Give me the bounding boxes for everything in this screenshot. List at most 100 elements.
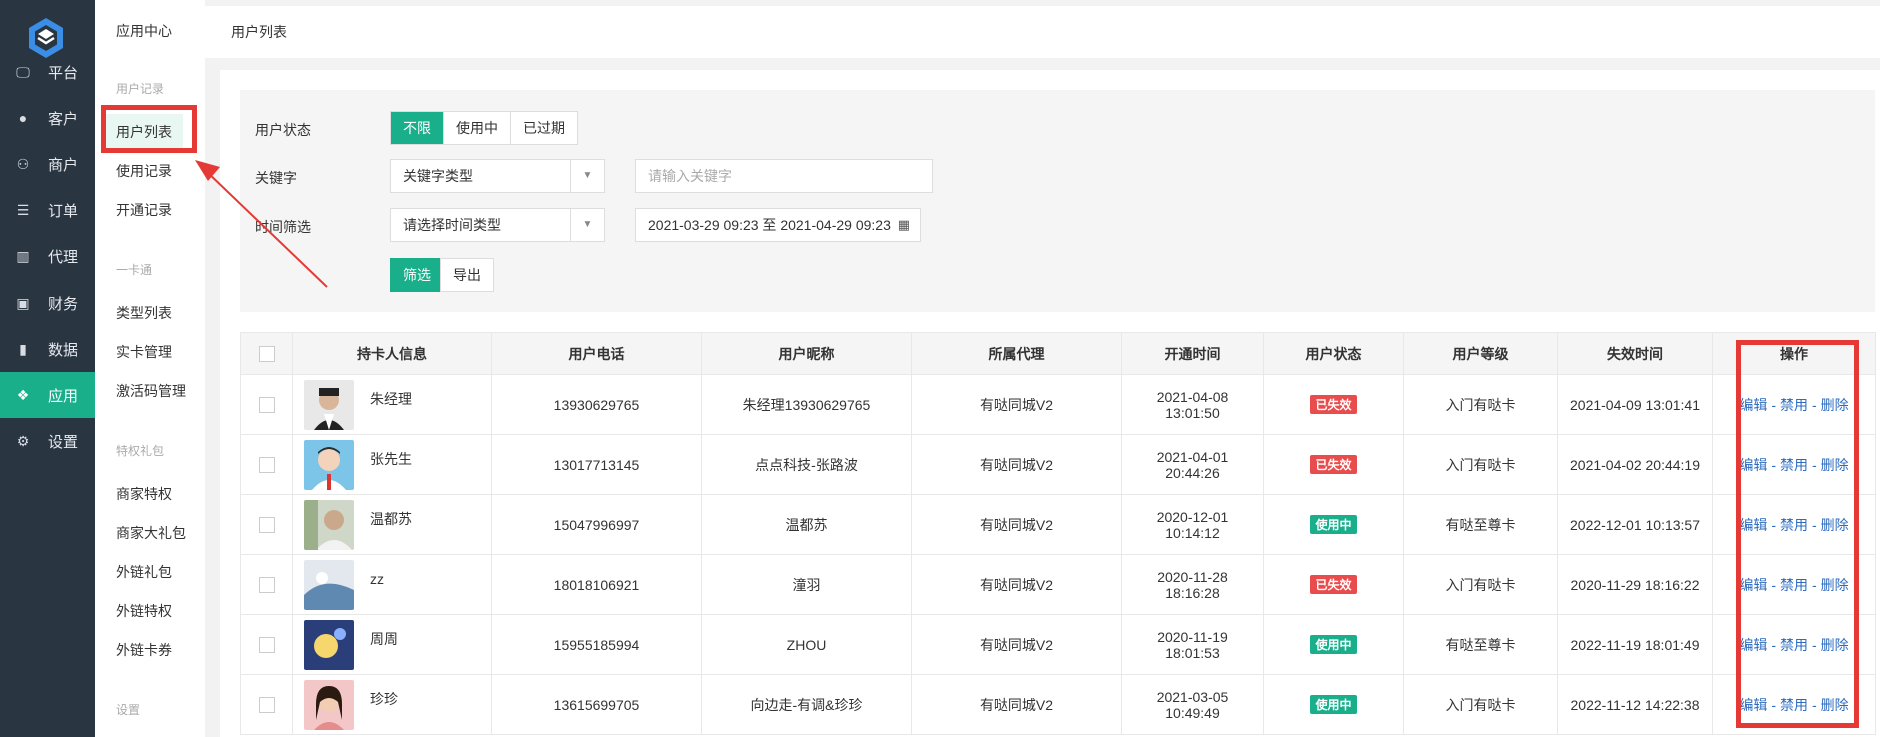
holder-info: 周周 xyxy=(293,619,491,670)
open-time-cell: 2021-04-01 20:44:26 xyxy=(1121,434,1264,495)
open-time: 10:14:12 xyxy=(1165,524,1220,541)
annotation-box-user-list xyxy=(101,105,197,153)
holder-cell: zz xyxy=(292,554,492,615)
subnav-item[interactable]: 外链礼包 xyxy=(116,562,172,582)
row-checkbox[interactable] xyxy=(258,457,275,474)
status-cell: 使用中 xyxy=(1263,674,1404,735)
subnav-item[interactable]: 商家特权 xyxy=(116,484,172,504)
nav-item-4[interactable]: ☰ 订单 xyxy=(0,188,95,234)
status-option[interactable]: 使用中 xyxy=(444,112,511,144)
status-option[interactable]: 不限 xyxy=(391,112,444,144)
date-range-input[interactable]: 2021-03-29 09:23 至 2021-04-29 09:23 ▦ xyxy=(635,208,921,242)
subnav-item[interactable]: 实卡管理 xyxy=(116,342,172,362)
nav-item-3[interactable]: ⚇ 商户 xyxy=(0,141,95,187)
expire-cell: 2022-11-12 14:22:38 xyxy=(1557,674,1713,735)
agent-cell: 有哒同城V2 xyxy=(911,494,1122,555)
open-date: 2021-03-05 xyxy=(1156,688,1229,705)
column-header: 用户电话 xyxy=(491,332,702,375)
status-cell: 已失效 xyxy=(1263,434,1404,495)
subnav-group-title: 用户记录 xyxy=(116,82,165,96)
open-time-cell: 2021-04-08 13:01:50 xyxy=(1121,374,1264,435)
row-checkbox[interactable] xyxy=(258,517,275,534)
phone-cell: 13017713145 xyxy=(491,434,702,495)
keyword-input[interactable] xyxy=(635,159,933,193)
holder-cell: 珍珍 xyxy=(292,674,492,735)
nav-item-8[interactable]: ❖ 应用 xyxy=(0,372,95,419)
select-all-cell xyxy=(240,332,293,375)
subnav-item[interactable]: 类型列表 xyxy=(116,303,172,323)
subnav-item[interactable]: 使用记录 xyxy=(116,161,172,181)
holder-name: 周周 xyxy=(370,630,398,647)
subnav-item[interactable]: 开通记录 xyxy=(116,200,172,220)
nickname-cell: 朱经理13930629765 xyxy=(701,374,912,435)
holder-name: 温都苏 xyxy=(370,510,412,527)
time-type-select[interactable]: 请选择时间类型 ▼ xyxy=(390,208,605,242)
nav-item-5[interactable]: ▥ 代理 xyxy=(0,234,95,280)
subnav-item[interactable]: 外链特权 xyxy=(116,601,172,621)
agent-cell: 有哒同城V2 xyxy=(911,434,1122,495)
nav-item-label: 财务 xyxy=(48,295,79,313)
export-button[interactable]: 导出 xyxy=(440,258,494,292)
avatar xyxy=(304,439,354,490)
subnav-item[interactable]: 商家大礼包 xyxy=(116,523,186,543)
open-time: 18:01:53 xyxy=(1165,644,1220,661)
nav-item-6[interactable]: ▣ 财务 xyxy=(0,280,95,326)
column-header: 用户等级 xyxy=(1403,332,1558,375)
nav-item-1[interactable]: 🖵 平台 xyxy=(0,49,95,95)
main-nav: 🖵 平台 ● 客户 ⚇ 商户 ☰ 订单 ▥ 代理 ▣ 财务 ▮ 数据 ❖ 应用 ⚙ 设置 xyxy=(0,0,95,737)
row-select-cell xyxy=(240,554,293,615)
avatar xyxy=(304,379,354,430)
annotation-box-actions xyxy=(1736,340,1859,728)
nav-item-label: 数据 xyxy=(48,341,79,359)
nav-item-7[interactable]: ▮ 数据 xyxy=(0,326,95,372)
nav-item-label: 客户 xyxy=(48,110,79,128)
filter-panel: 用户状态 不限使用中已过期 关键字 关键字类型 ▼ 时间筛选 请选择时间类型 ▼… xyxy=(240,90,1875,312)
open-date: 2021-04-01 xyxy=(1156,448,1229,465)
keyword-type-select[interactable]: 关键字类型 ▼ xyxy=(390,159,605,193)
filter-button[interactable]: 筛选 xyxy=(390,258,444,292)
holder-name: 珍珍 xyxy=(370,690,398,707)
subnav-group-title: 设置 xyxy=(116,703,141,717)
nickname-cell: ZHOU xyxy=(701,614,912,675)
calendar-icon: ▦ xyxy=(897,217,910,232)
holder-info: 珍珍 xyxy=(293,679,491,730)
breadcrumb-current[interactable]: 用户列表 xyxy=(231,22,287,42)
open-time: 18:16:28 xyxy=(1165,584,1220,601)
bar-chart-icon: ▮ xyxy=(19,340,27,357)
open-time: 10:49:49 xyxy=(1165,704,1220,721)
open-date: 2020-12-01 xyxy=(1156,508,1229,525)
open-date: 2020-11-19 xyxy=(1157,628,1228,645)
column-header: 用户状态 xyxy=(1263,332,1404,375)
row-checkbox[interactable] xyxy=(258,577,275,594)
holder-name: zz xyxy=(370,570,384,587)
table-row: 周周 15955185994 ZHOU 有哒同城V2 2020-11-19 18:01:5… xyxy=(240,614,1876,675)
phone-cell: 18018106921 xyxy=(491,554,702,615)
status-cell: 使用中 xyxy=(1263,494,1404,555)
nav-item-9[interactable]: ⚙ 设置 xyxy=(0,419,95,465)
holder-name: 张先生 xyxy=(370,450,412,467)
table-header-row: 持卡人信息 用户电话 用户昵称 所属代理 开通时间 用户状态 用户等级 失效时间 操作 xyxy=(240,332,1876,375)
agent-cell: 有哒同城V2 xyxy=(911,374,1122,435)
table-row: zz 18018106921 潼羽 有哒同城V2 2020-11-28 18:16:28 已… xyxy=(240,554,1876,615)
subnav-item[interactable]: 激活码管理 xyxy=(116,381,186,401)
row-checkbox[interactable] xyxy=(258,397,275,414)
user-table: 持卡人信息 用户电话 用户昵称 所属代理 开通时间 用户状态 用户等级 失效时间 操作 朱经理 1… xyxy=(240,332,1876,735)
subnav-group-title: 一卡通 xyxy=(116,263,153,277)
select-all-checkbox[interactable] xyxy=(258,346,275,363)
nav-item-2[interactable]: ● 客户 xyxy=(0,95,95,141)
keyword-label: 关键字 xyxy=(255,170,297,186)
subnav-item[interactable]: 外链卡券 xyxy=(116,640,172,660)
open-date: 2020-11-28 xyxy=(1157,568,1228,585)
nickname-cell: 向边走-有调&珍珍 xyxy=(701,674,912,735)
cubes-icon: ❖ xyxy=(16,386,30,403)
status-option[interactable]: 已过期 xyxy=(511,112,577,144)
nav-item-label: 应用 xyxy=(48,387,79,405)
column-header: 失效时间 xyxy=(1557,332,1713,375)
status-cell: 使用中 xyxy=(1263,614,1404,675)
row-select-cell xyxy=(240,434,293,495)
map-icon: ▥ xyxy=(16,248,30,265)
row-checkbox[interactable] xyxy=(258,697,275,714)
subnav-title[interactable]: 应用中心 xyxy=(95,0,205,62)
monitor-icon: 🖵 xyxy=(16,63,30,80)
row-checkbox[interactable] xyxy=(258,637,275,654)
